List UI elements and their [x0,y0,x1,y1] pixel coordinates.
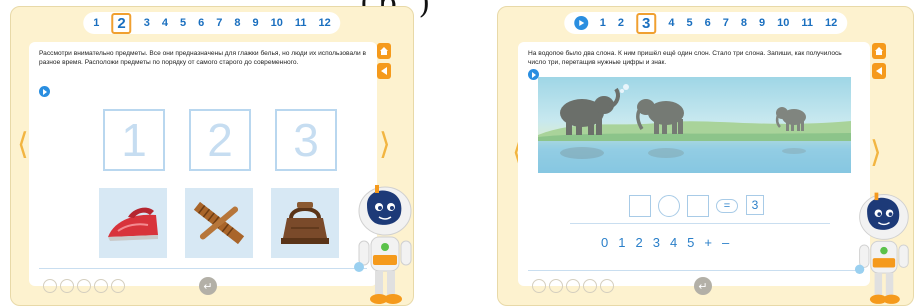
page-5[interactable]: 5 [180,17,186,29]
page-6[interactable]: 6 [705,17,711,29]
item-wooden-press[interactable] [185,188,253,258]
page-10[interactable]: 10 [777,17,789,29]
iron-antique-icon [281,202,329,244]
home-button[interactable] [377,43,391,59]
page-12[interactable]: 12 [825,17,837,29]
page-4[interactable]: 4 [668,17,674,29]
page-nav-bar: 1 2 3 4 5 6 7 8 9 10 11 12 [563,12,848,34]
home-icon [380,47,388,55]
page-2[interactable]: 2 [618,17,624,29]
item-antique-iron[interactable] [271,188,339,258]
progress-circle [549,279,563,293]
progress-circles [43,279,125,293]
item-modern-iron[interactable] [99,188,167,258]
page-3[interactable]: 3 [144,17,150,29]
digit-1[interactable]: 1 [618,235,625,250]
audio-play-icon[interactable] [573,16,588,30]
page-1[interactable]: 1 [600,17,606,29]
progress-circle [583,279,597,293]
task-card: На водопое было два слона. К ним пришёл … [518,42,870,286]
screen-2: 1 2 3 4 5 6 7 8 9 10 11 12 ⟨ ⟩ На водопо… [497,6,914,306]
page-11[interactable]: 11 [295,17,307,29]
page-8[interactable]: 8 [234,17,240,29]
digit-3[interactable]: 3 [653,235,660,250]
prev-arrow-icon[interactable]: ⟨ [17,127,29,162]
page-10[interactable]: 10 [271,17,283,29]
page-12[interactable]: 12 [318,17,330,29]
back-button[interactable] [872,63,886,79]
progress-circle [532,279,546,293]
task-card: Рассмотри внимательно предметы. Все они … [29,42,377,286]
back-icon [876,67,882,75]
page-2-active[interactable]: 2 [111,12,132,34]
answer-value: 3 [746,195,764,215]
plus-sign[interactable]: + [704,235,712,250]
robot-mascot-icon [854,192,909,304]
task-instruction: Рассмотри внимательно предметы. Все они … [39,50,367,66]
progress-circles [532,279,614,293]
digit-palette: 0 1 2 3 4 5 + – [601,235,729,250]
page-7[interactable]: 7 [723,17,729,29]
wooden-press-icon [193,201,245,245]
page-5[interactable]: 5 [686,17,692,29]
robot-mascot-icon [354,185,412,304]
elephants-illustration [538,84,851,173]
next-arrow-icon[interactable]: ⟩ [870,135,882,170]
equals-sign: = [716,199,738,213]
page-6[interactable]: 6 [198,17,204,29]
page-7[interactable]: 7 [216,17,222,29]
progress-circle [77,279,91,293]
page-9[interactable]: 9 [252,17,258,29]
page-8[interactable]: 8 [741,17,747,29]
divider [39,268,367,269]
home-button[interactable] [872,43,886,59]
home-icon [875,47,883,55]
back-icon [381,67,387,75]
page-3-active[interactable]: 3 [636,12,657,34]
digit-2[interactable]: 2 [635,235,642,250]
digit-0[interactable]: 0 [601,235,608,250]
page-4[interactable]: 4 [162,17,168,29]
iron-modern-icon [108,207,158,241]
drop-box-2[interactable] [687,195,709,217]
back-button[interactable] [377,63,391,79]
drop-box-1[interactable] [629,195,651,217]
page-nav-bar: 1 2 3 4 5 6 7 8 9 10 11 12 [83,12,341,34]
progress-circle [600,279,614,293]
progress-circle [566,279,580,293]
task-instruction: На водопое было два слона. К ним пришёл … [528,50,842,66]
drop-slot-3[interactable]: 3 [275,109,337,171]
minus-sign[interactable]: – [722,235,729,250]
progress-circle [60,279,74,293]
drop-slot-2[interactable]: 2 [189,109,251,171]
progress-circle [94,279,108,293]
drop-circle-operator[interactable] [658,195,680,217]
page-9[interactable]: 9 [759,17,765,29]
page-11[interactable]: 11 [801,17,813,29]
divider [570,223,830,224]
audio-play-icon[interactable] [39,86,50,97]
digit-4[interactable]: 4 [670,235,677,250]
digit-5[interactable]: 5 [687,235,694,250]
elephants-scene [538,77,851,173]
stage: (р ) 1 2 3 4 5 6 7 8 9 10 11 12 ⟨ ⟩ Расс… [0,0,917,308]
page-1[interactable]: 1 [93,17,99,29]
next-arrow-icon[interactable]: ⟩ [379,127,391,162]
progress-circle [43,279,57,293]
enter-button[interactable]: ↵ [694,277,712,295]
screen-1: 1 2 3 4 5 6 7 8 9 10 11 12 ⟨ ⟩ Рассмотри… [10,6,414,306]
progress-circle [111,279,125,293]
divider [528,270,860,271]
drop-slot-1[interactable]: 1 [103,109,165,171]
enter-button[interactable]: ↵ [199,277,217,295]
